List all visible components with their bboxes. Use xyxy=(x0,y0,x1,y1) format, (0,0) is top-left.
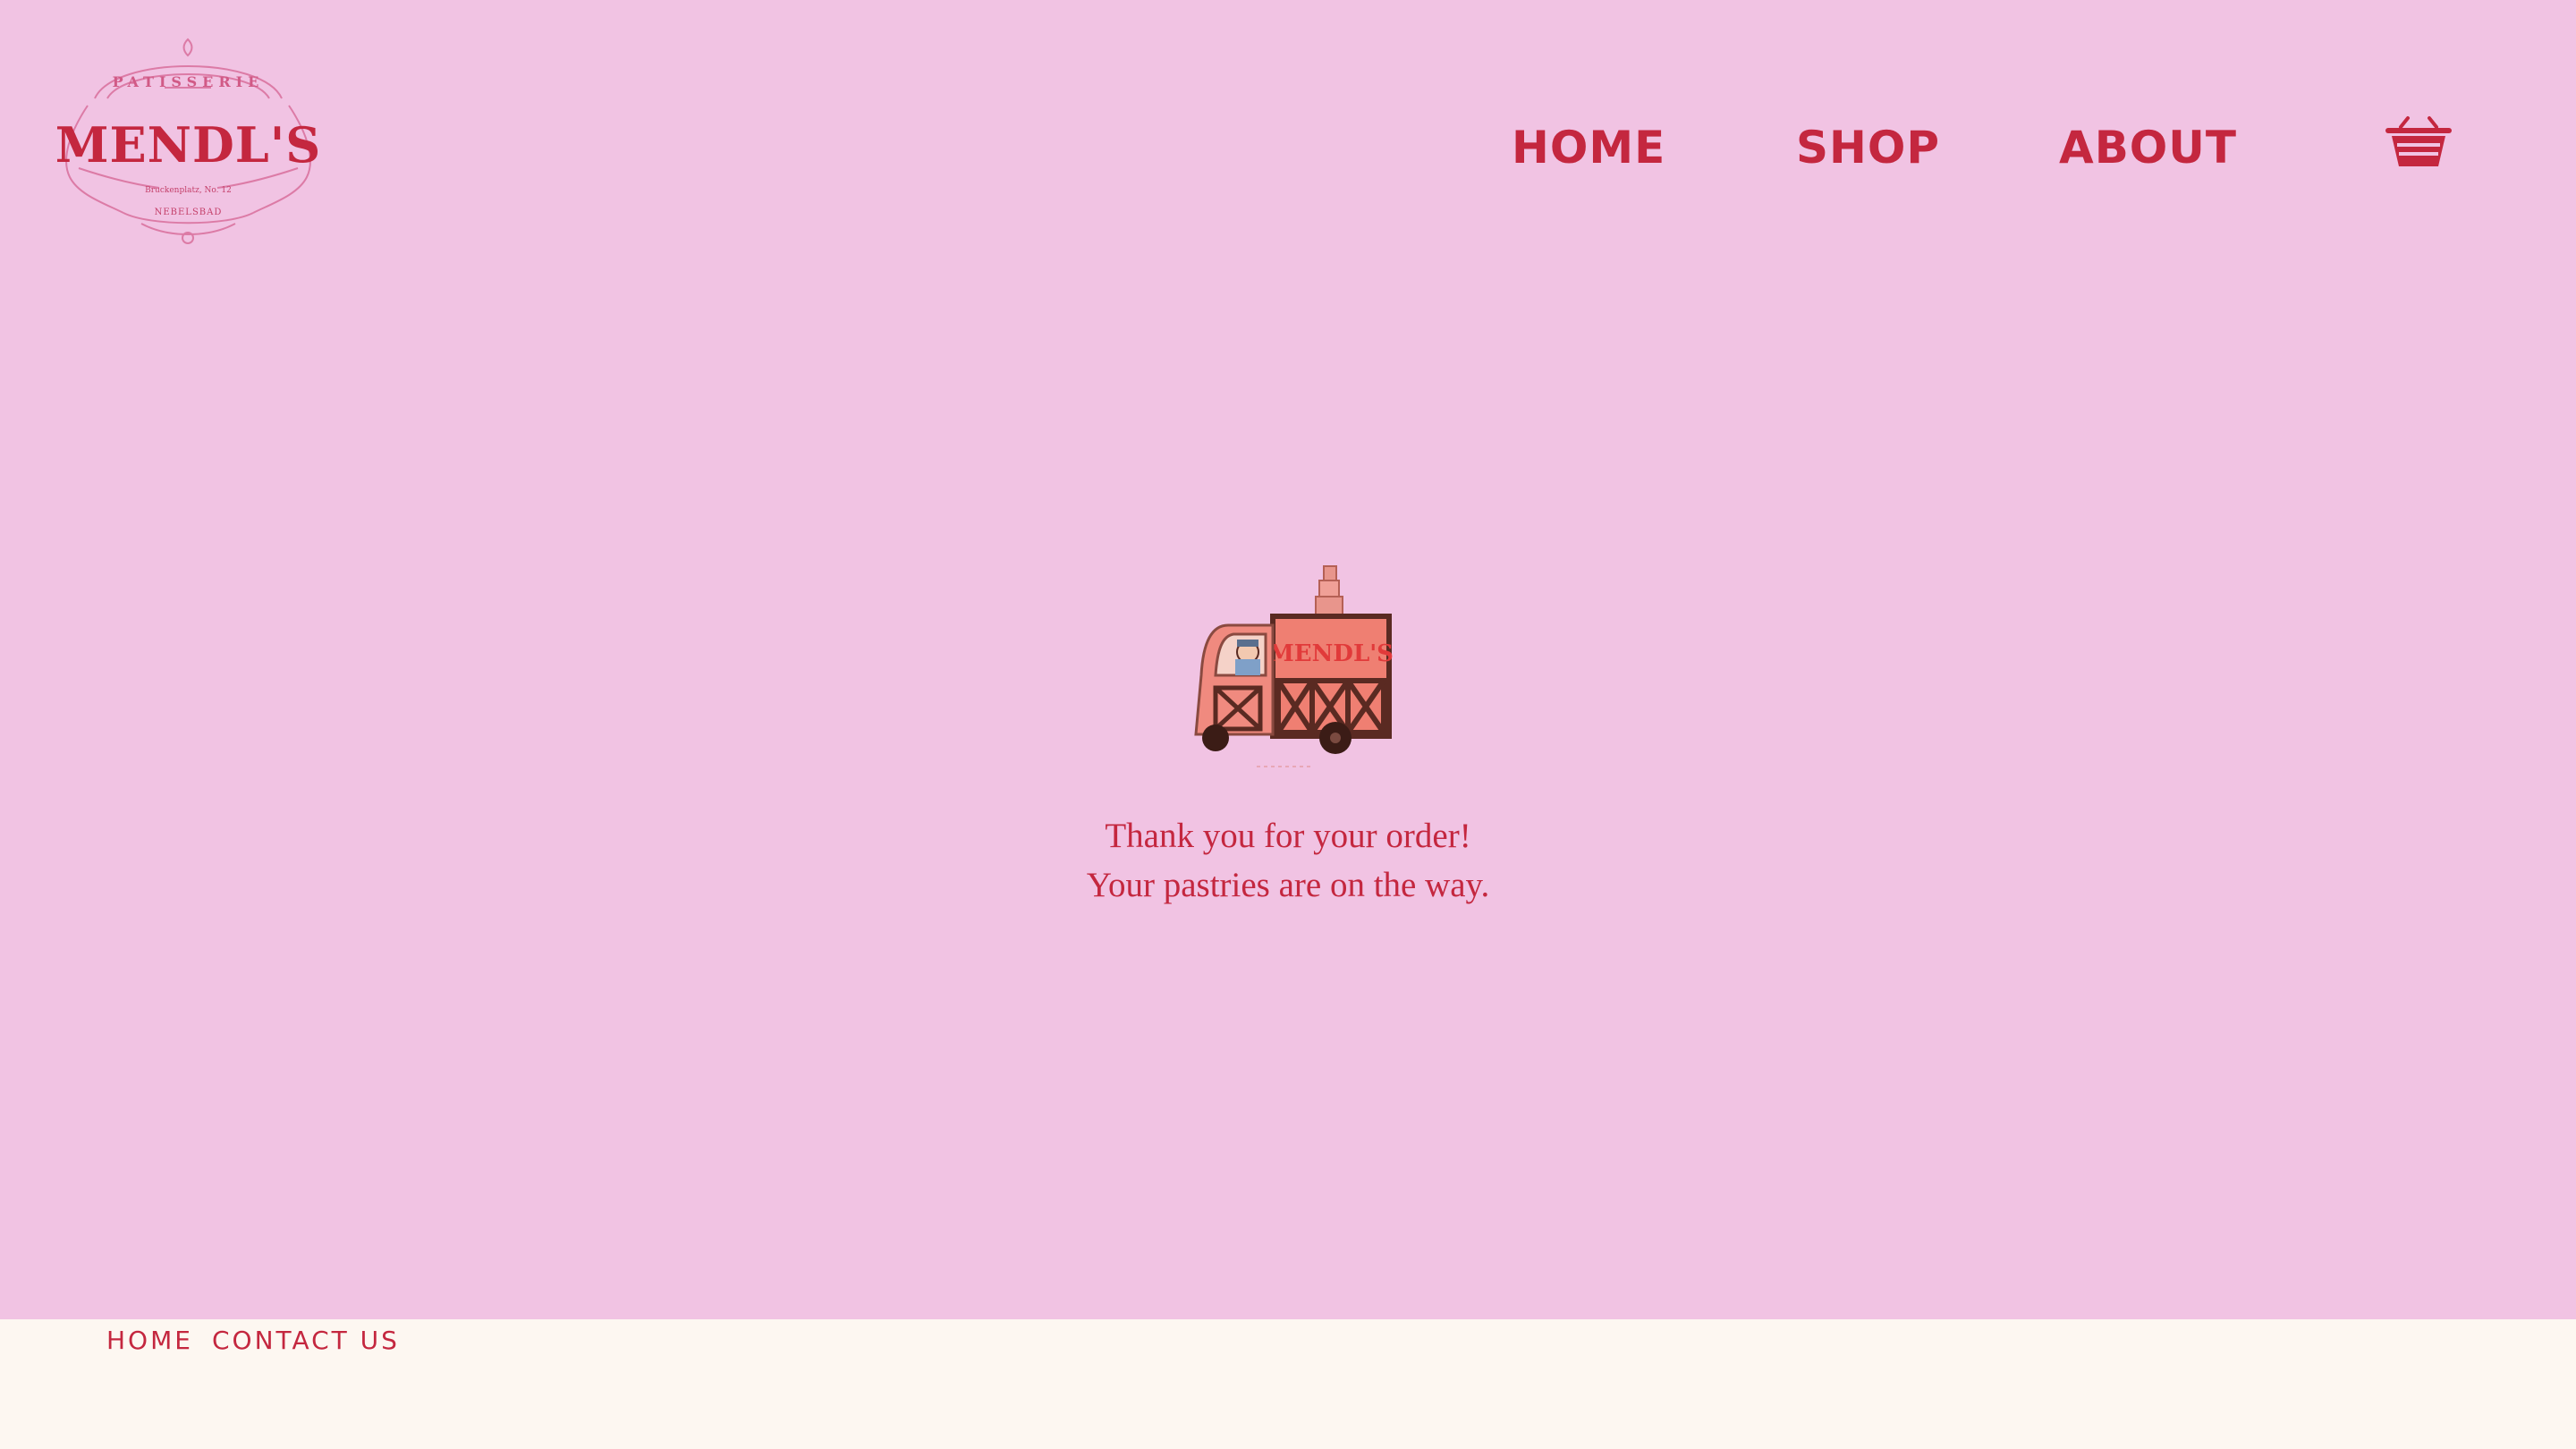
mendls-logo[interactable]: PATISSERIE MENDL'S Bruckenplatz, No. 12 … xyxy=(52,34,325,249)
nav-shop-link[interactable]: SHOP xyxy=(1796,122,1940,175)
confirmation-line-2: Your pastries are on the way. xyxy=(1086,866,1490,904)
basket-icon[interactable] xyxy=(2383,114,2454,172)
logo-city: NEBELSBAD xyxy=(154,208,223,217)
footer-home-link[interactable]: HOME xyxy=(106,1326,193,1355)
logo-wordmark: MENDL'S xyxy=(55,116,322,174)
main-content: PATISSERIE MENDL'S Bruckenplatz, No. 12 … xyxy=(0,0,2576,1319)
footer-contact-link[interactable]: CONTACT US xyxy=(212,1326,400,1355)
confirmation-line-1: Thank you for your order! xyxy=(1105,817,1471,855)
delivery-truck-illustration: MENDL'S xyxy=(1185,559,1404,778)
logo-tagline: PATISSERIE xyxy=(112,73,265,90)
logo-address: Bruckenplatz, No. 12 xyxy=(145,186,232,195)
truck-label: MENDL'S xyxy=(1268,640,1394,667)
nav-home-link[interactable]: HOME xyxy=(1512,122,1665,175)
nav-about-link[interactable]: ABOUT xyxy=(2059,122,2237,175)
